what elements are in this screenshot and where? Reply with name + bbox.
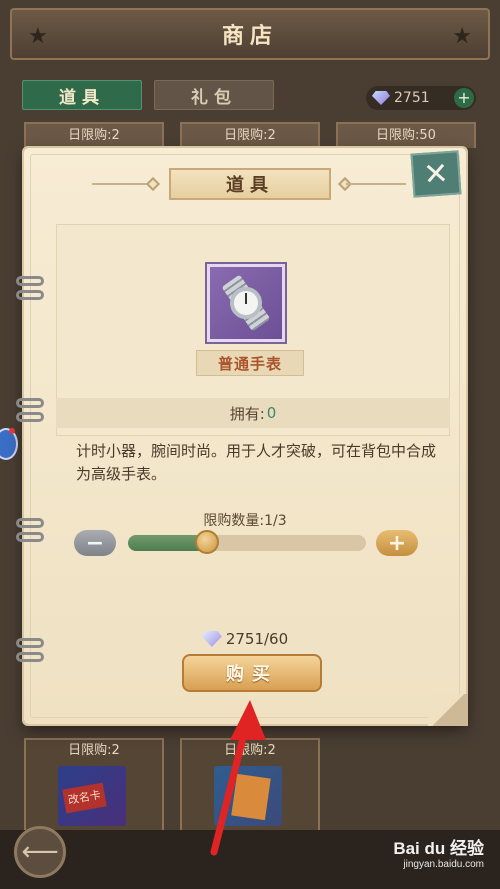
watermark-brand: Bai du 经验: [393, 839, 484, 858]
annotation-arrow: [210, 700, 266, 856]
watermark: Bai du 经验 jingyan.baidu.com: [393, 834, 484, 870]
watermark-url: jingyan.baidu.com: [403, 859, 484, 870]
